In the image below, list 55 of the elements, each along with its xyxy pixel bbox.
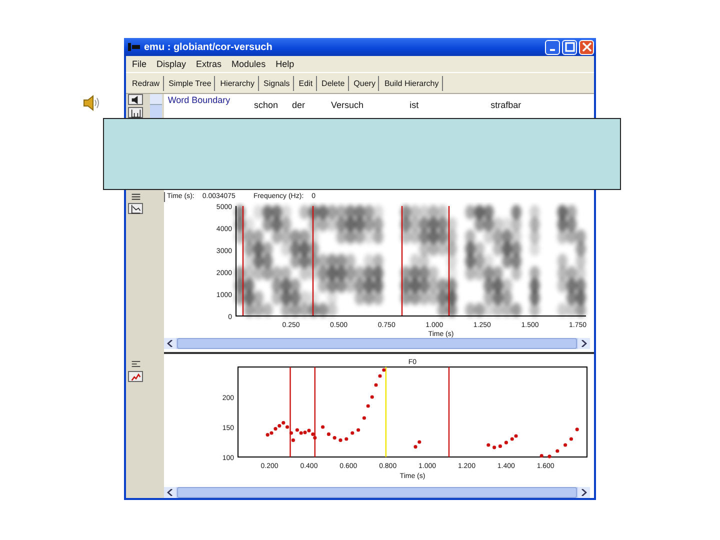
- data-point: [289, 431, 293, 435]
- speaker-icon: [82, 94, 100, 112]
- menu-item[interactable]: Help: [276, 59, 294, 69]
- chart-icon[interactable]: [128, 203, 143, 214]
- data-point: [548, 454, 552, 458]
- data-point: [486, 443, 490, 447]
- data-point: [366, 404, 370, 408]
- data-point: [321, 425, 325, 429]
- data-point: [569, 437, 573, 441]
- menu-item[interactable]: File: [132, 59, 147, 69]
- grid-icon[interactable]: [128, 107, 143, 118]
- scroll-left-button[interactable]: [164, 487, 176, 498]
- speaker-icon[interactable]: [128, 94, 143, 105]
- data-point: [382, 368, 386, 372]
- tier-word: ist: [410, 100, 419, 110]
- data-point: [332, 436, 336, 440]
- menu-item[interactable]: Extras: [196, 59, 222, 69]
- tier-word: der: [292, 100, 306, 110]
- close-button[interactable]: [579, 40, 594, 54]
- data-point: [344, 437, 348, 441]
- data-point: [350, 431, 354, 435]
- maximize-button[interactable]: [562, 40, 577, 54]
- tier-word: strafbar: [490, 100, 522, 110]
- data-point: [492, 446, 496, 450]
- close-icon: [582, 42, 592, 52]
- data-point: [362, 416, 366, 420]
- data-point: [498, 444, 502, 448]
- data-point: [356, 428, 360, 432]
- data-point: [504, 440, 508, 445]
- scroll-right-button[interactable]: [578, 338, 590, 350]
- data-point: [338, 438, 342, 442]
- maximize-icon: [564, 42, 574, 52]
- data-point: [564, 443, 568, 447]
- data-point: [575, 428, 579, 432]
- scrollbar[interactable]: [150, 94, 162, 118]
- data-point: [556, 449, 560, 453]
- app-icon: [128, 42, 140, 52]
- data-point: [291, 438, 295, 442]
- scroll-left-button[interactable]: [164, 338, 176, 350]
- minimize-button[interactable]: [545, 40, 560, 54]
- window-title: emu : globiant/cor-versuch: [144, 42, 274, 52]
- tier-word: schon: [254, 100, 278, 110]
- menu-item[interactable]: Modules: [232, 59, 266, 69]
- data-point: [374, 383, 378, 387]
- menu-item[interactable]: Display: [156, 59, 186, 69]
- tier-word: Versuch: [331, 100, 364, 110]
- tier-label: Word Boundary: [166, 94, 232, 105]
- scroll-right-button[interactable]: [578, 487, 590, 498]
- minimize-icon: [550, 49, 555, 51]
- pitch-icon[interactable]: [128, 371, 143, 382]
- data-point: [540, 454, 544, 458]
- data-point: [378, 374, 382, 378]
- data-point: [370, 395, 374, 399]
- toolbar-button[interactable]: Signals: [260, 76, 294, 90]
- data-point: [326, 432, 330, 436]
